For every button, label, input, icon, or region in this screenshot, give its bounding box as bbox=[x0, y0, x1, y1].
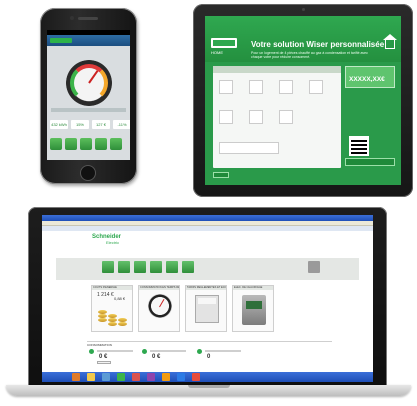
coin-icon bbox=[118, 322, 127, 326]
home-icon[interactable] bbox=[383, 34, 397, 49]
home-icon[interactable] bbox=[102, 261, 114, 273]
panel-header bbox=[213, 66, 341, 73]
schneider-logo bbox=[50, 38, 72, 43]
camera-icon bbox=[70, 16, 74, 20]
phone-description-text bbox=[51, 108, 126, 112]
tablet-device: HOME Votre solution Wiser personnalisée … bbox=[193, 4, 413, 197]
phone-stat: 127 € bbox=[92, 120, 110, 129]
consumption-value: 0 € bbox=[152, 354, 161, 360]
consumption-panel: CONSOMMATION 0 € 0 € 0 bbox=[87, 341, 332, 364]
device-card[interactable] bbox=[279, 80, 293, 94]
divider bbox=[97, 350, 133, 352]
details-button[interactable] bbox=[97, 361, 111, 364]
card-subvalue: 0,88 € bbox=[114, 296, 126, 301]
home-label: HOME bbox=[211, 50, 223, 55]
card-title: ÉLEC. DE CHAUFFAGE bbox=[233, 286, 273, 290]
phone-stats-row: 432 kWh 15% 127 € -11% bbox=[50, 120, 130, 129]
taskbar bbox=[42, 372, 373, 382]
laptop-device: Schneider Electric COÛTS D'ÉNERGIE 1 214… bbox=[28, 207, 387, 387]
tariffs-card[interactable]: TARIFS RÉGLEMENTÉS ET ÉCO bbox=[185, 285, 227, 332]
plug-icon[interactable] bbox=[166, 261, 178, 273]
calculator-icon bbox=[195, 295, 219, 323]
realtime-consumption-card[interactable]: CONSOMMATION EN TEMPS RÉEL bbox=[138, 285, 180, 332]
divider bbox=[205, 350, 241, 352]
schneider-logo bbox=[211, 38, 237, 48]
browser-icon[interactable] bbox=[177, 373, 185, 381]
camera-icon bbox=[302, 8, 305, 11]
smartphone-device: 432 kWh 15% 127 € -11% bbox=[40, 8, 137, 184]
earpiece bbox=[78, 17, 98, 20]
coin-icon bbox=[108, 322, 117, 326]
folder-icon[interactable] bbox=[87, 373, 95, 381]
app-icon[interactable] bbox=[162, 373, 170, 381]
meter-icon bbox=[242, 295, 266, 325]
settings-icon[interactable] bbox=[110, 138, 122, 150]
card-value: 1 214 € bbox=[97, 292, 114, 298]
phone-stat: 432 kWh bbox=[50, 120, 68, 129]
thermostat-icon[interactable] bbox=[134, 261, 146, 273]
consumption-value: 0 bbox=[207, 354, 211, 360]
lighting-icon[interactable] bbox=[80, 138, 92, 150]
device-card[interactable] bbox=[249, 80, 263, 94]
phone-app-header bbox=[47, 35, 130, 46]
consumption-value: 0 € bbox=[99, 354, 108, 360]
coin-icon bbox=[98, 318, 107, 322]
laptop-base bbox=[6, 385, 411, 396]
device-card[interactable] bbox=[219, 110, 233, 124]
account-icon[interactable] bbox=[308, 261, 320, 273]
laptop-screen: Schneider Electric COÛTS D'ÉNERGIE 1 214… bbox=[42, 215, 373, 382]
price-value: XXXXX,XX€ bbox=[349, 76, 385, 83]
divider bbox=[150, 350, 186, 352]
home-button[interactable] bbox=[80, 165, 96, 181]
page-title: Votre solution Wiser personnalisée bbox=[251, 40, 385, 49]
app-icon[interactable] bbox=[117, 373, 125, 381]
tablet-header: HOME Votre solution Wiser personnalisée … bbox=[205, 16, 401, 62]
card-title: TARIFS RÉGLEMENTÉS ET ÉCO bbox=[186, 286, 226, 290]
phone-stat: -11% bbox=[113, 120, 130, 129]
device-card[interactable] bbox=[309, 80, 323, 94]
device-card[interactable] bbox=[219, 80, 233, 94]
thermostat-icon[interactable] bbox=[65, 138, 77, 150]
laptop-notch bbox=[188, 385, 230, 388]
main-nav bbox=[56, 258, 359, 280]
app-icon[interactable] bbox=[192, 373, 200, 381]
energy-icon[interactable] bbox=[118, 261, 130, 273]
back-button[interactable] bbox=[213, 172, 229, 178]
qr-code bbox=[349, 136, 369, 156]
app-icon[interactable] bbox=[132, 373, 140, 381]
panel-title: CONSOMMATION bbox=[87, 343, 112, 347]
status-icon bbox=[197, 349, 202, 354]
energy-cost-card[interactable]: COÛTS D'ÉNERGIE 1 214 € 0,88 € bbox=[91, 285, 133, 332]
devices-panel bbox=[213, 66, 341, 168]
card-title: COÛTS D'ÉNERGIE bbox=[92, 286, 132, 290]
status-icon bbox=[89, 349, 94, 354]
summary-column: XXXXX,XX€ bbox=[345, 66, 395, 168]
phone-screen: 432 kWh 15% 127 € -11% bbox=[47, 30, 130, 160]
app-icon[interactable] bbox=[102, 373, 110, 381]
device-strip bbox=[219, 142, 279, 154]
phone-nav-icons bbox=[50, 138, 122, 150]
card-title: CONSOMMATION EN TEMPS RÉEL bbox=[139, 286, 179, 290]
meter-card[interactable]: ÉLEC. DE CHAUFFAGE bbox=[232, 285, 274, 332]
device-card[interactable] bbox=[279, 110, 293, 124]
lighting-icon[interactable] bbox=[150, 261, 162, 273]
price-box: XXXXX,XX€ bbox=[345, 66, 395, 88]
continue-button[interactable] bbox=[345, 158, 395, 166]
plug-icon[interactable] bbox=[95, 138, 107, 150]
phone-stat: 15% bbox=[71, 120, 89, 129]
brand-subline: Electric bbox=[106, 240, 120, 245]
brand-header: Schneider Electric bbox=[42, 231, 373, 245]
home-icon[interactable] bbox=[50, 138, 62, 150]
page-subtitle: Pour un logement de 4 pièces chauffé au … bbox=[251, 51, 368, 59]
device-card[interactable] bbox=[249, 110, 263, 124]
status-icon bbox=[142, 349, 147, 354]
settings-icon[interactable] bbox=[182, 261, 194, 273]
app-icon[interactable] bbox=[147, 373, 155, 381]
tablet-screen: HOME Votre solution Wiser personnalisée … bbox=[205, 16, 401, 185]
app-icon[interactable] bbox=[72, 373, 80, 381]
